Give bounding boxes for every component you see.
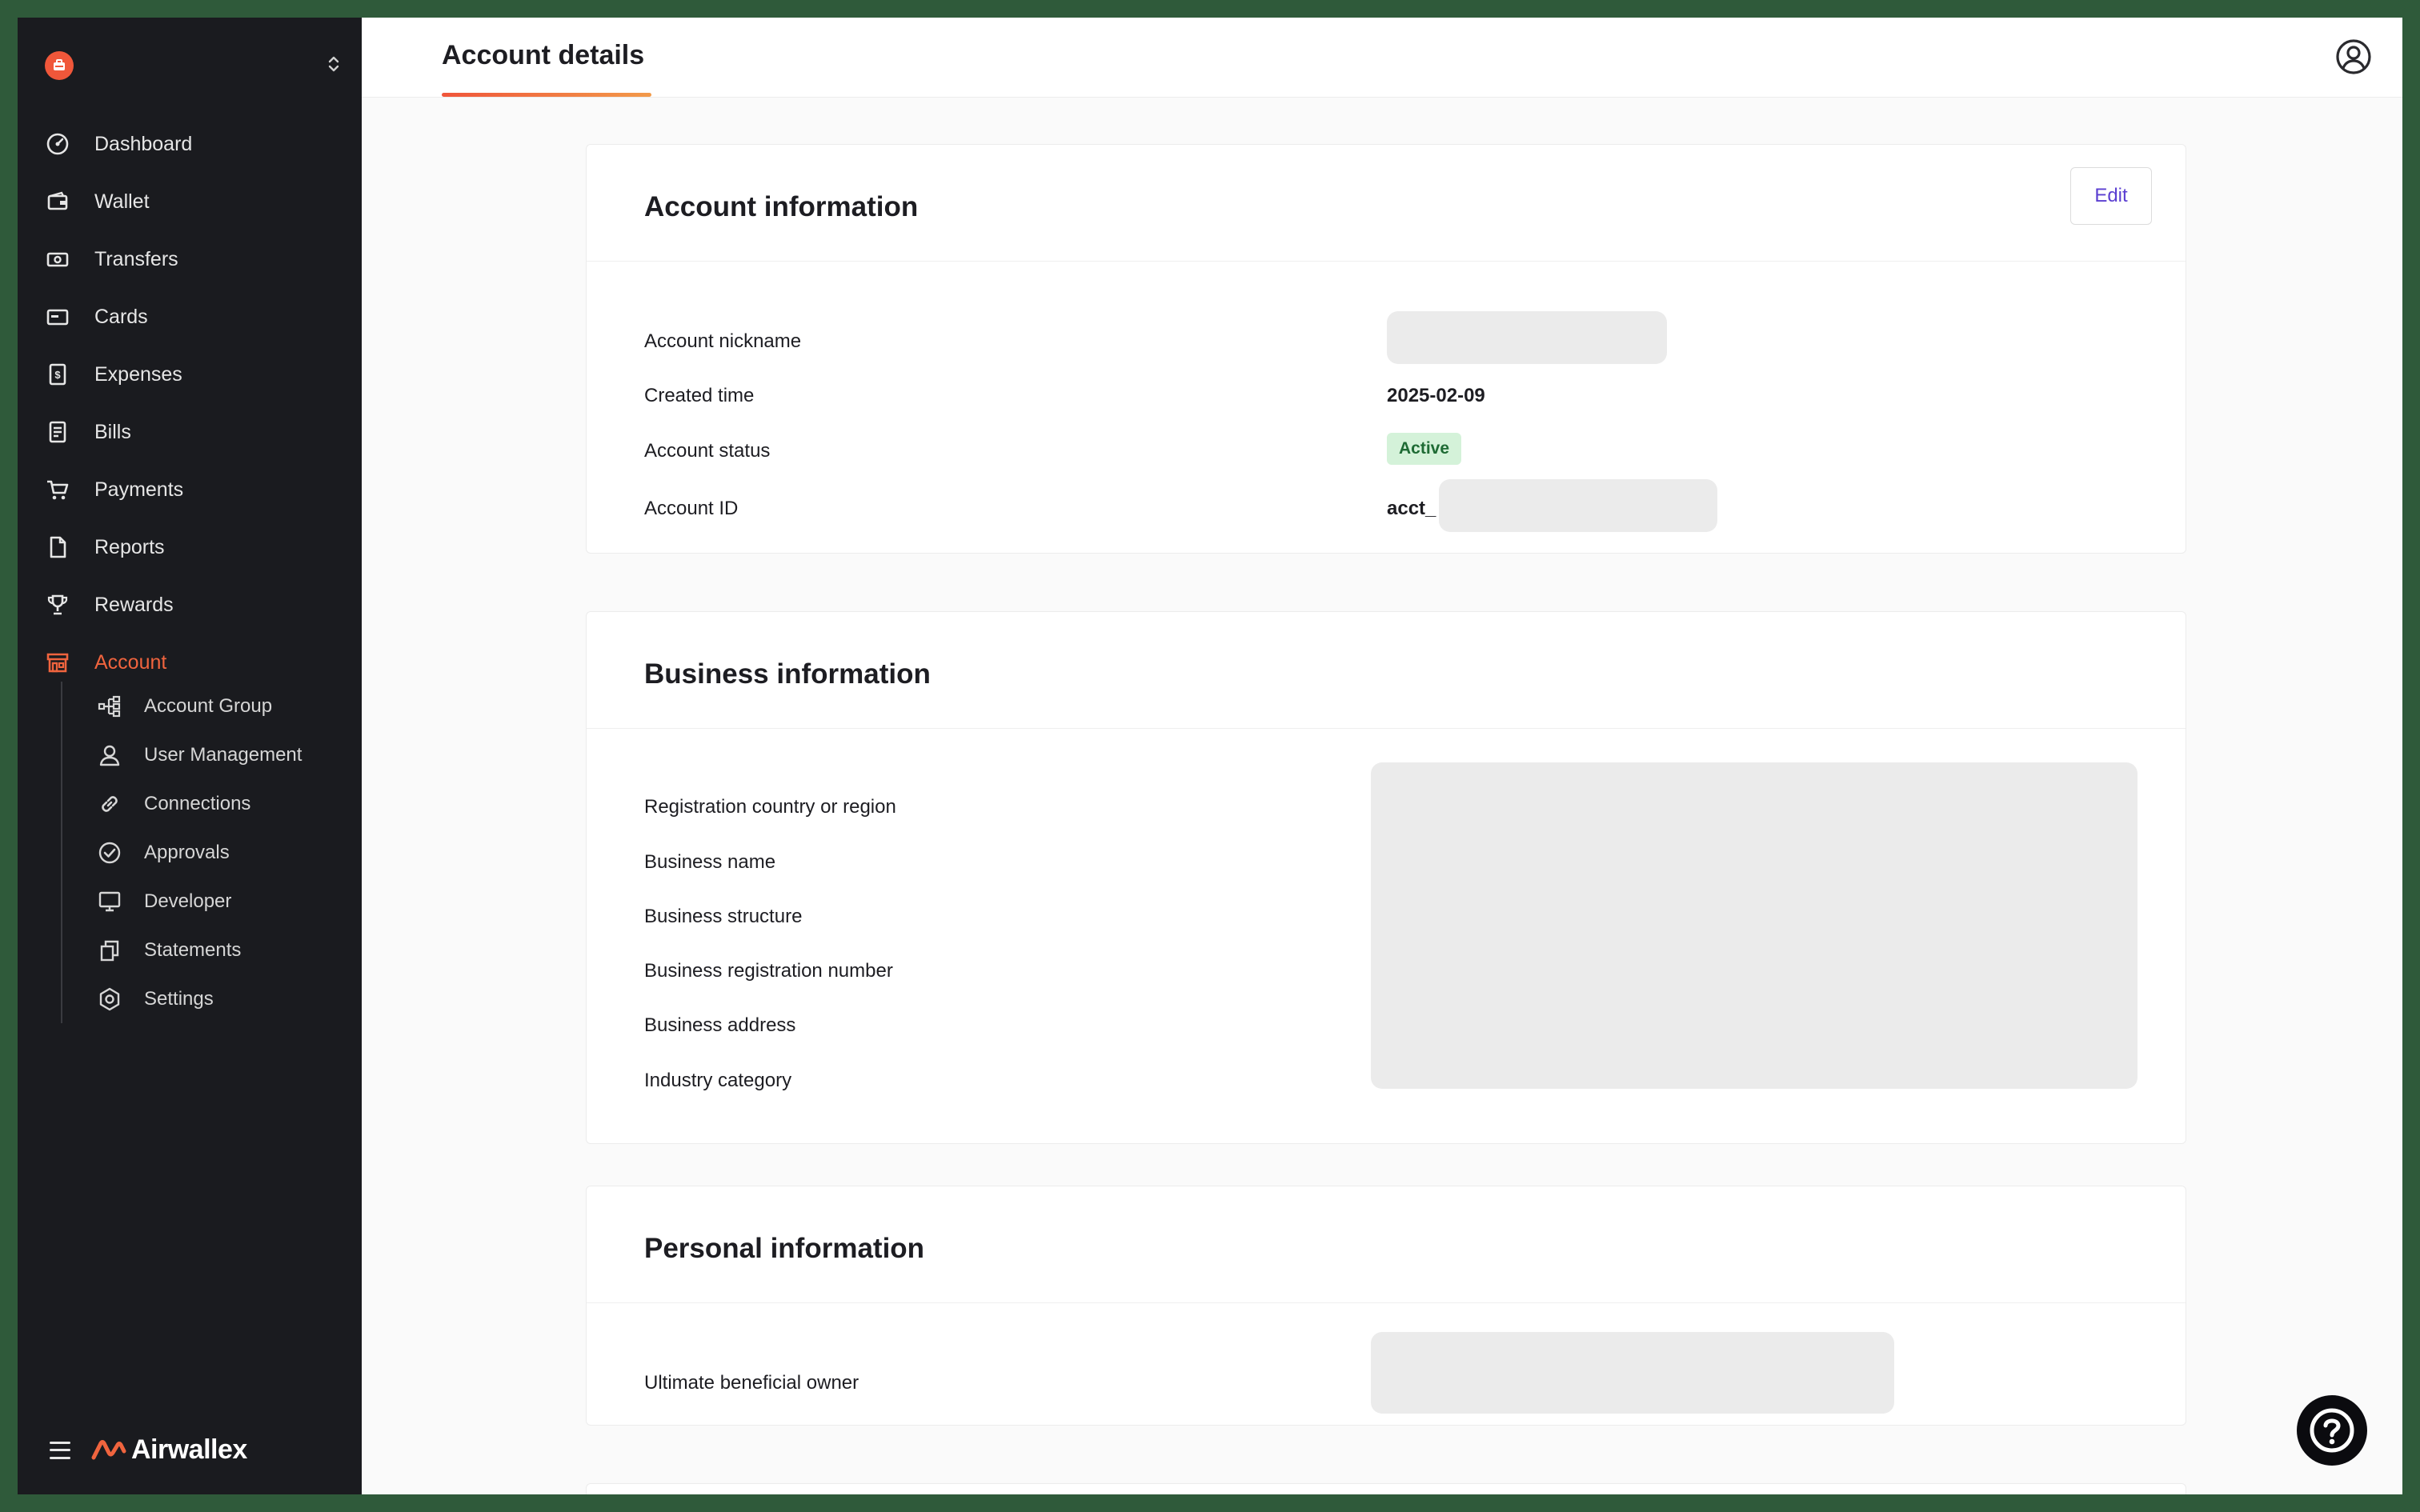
- personal-information-card: Personal information Ultimate beneficial…: [586, 1186, 2186, 1426]
- brand-name: Airwallex: [131, 1434, 247, 1465]
- top-bar: Account details: [362, 18, 2402, 98]
- nav-label: Payments: [94, 478, 184, 501]
- nav-label: Bills: [94, 420, 131, 443]
- subnav-item-settings[interactable]: Settings: [62, 974, 349, 1023]
- trophy-icon: [45, 592, 70, 618]
- field-label: Created time: [644, 385, 755, 406]
- subnav-item-account-group[interactable]: Account Group: [62, 682, 349, 730]
- nav-item-rewards[interactable]: Rewards: [18, 576, 362, 634]
- subnav-label: Connections: [144, 792, 251, 814]
- field-label: Registration country or region: [644, 796, 896, 818]
- section-title: Account information: [644, 191, 919, 222]
- redacted-account-id: [1439, 479, 1717, 532]
- account-information-card: Account information Edit Account nicknam…: [586, 144, 2186, 554]
- cards-icon: [45, 304, 70, 330]
- report-icon: [45, 534, 70, 560]
- created-time-value: 2025-02-09: [1387, 385, 1485, 406]
- bills-icon: [45, 419, 70, 445]
- check-circle-icon: [98, 841, 122, 865]
- nav-label: Rewards: [94, 593, 174, 616]
- card-header: Account information Edit: [587, 145, 2186, 262]
- nav-label: Dashboard: [94, 132, 193, 155]
- sidebar-footer: Airwallex: [50, 1434, 247, 1466]
- edit-button[interactable]: Edit: [2070, 167, 2152, 225]
- section-title: Personal information: [644, 1233, 925, 1264]
- store-icon: [45, 650, 70, 675]
- field-label: Ultimate beneficial owner: [644, 1372, 859, 1394]
- business-information-card: Business information Registration countr…: [586, 611, 2186, 1144]
- copy-icon: [98, 938, 122, 962]
- hierarchy-icon: [98, 694, 122, 718]
- airwallex-logo: Airwallex: [91, 1434, 247, 1466]
- next-card: [586, 1483, 2186, 1494]
- account-id-prefix: acct_: [1387, 498, 1436, 519]
- nav-item-cards[interactable]: Cards: [18, 288, 362, 346]
- nav-item-dashboard[interactable]: Dashboard: [18, 115, 362, 173]
- subnav-label: Settings: [144, 987, 214, 1010]
- link-icon: [98, 792, 122, 816]
- field-label: Account ID: [644, 498, 739, 519]
- field-label: Business name: [644, 851, 776, 873]
- active-tab-indicator: [442, 93, 651, 97]
- main-content: Account details Account information Edit…: [362, 18, 2402, 1494]
- help-icon: [2310, 1408, 2354, 1453]
- section-title: Business information: [644, 658, 931, 690]
- subnav-label: User Management: [144, 743, 302, 766]
- nav-label: Transfers: [94, 247, 178, 270]
- monitor-icon: [98, 890, 122, 914]
- field-label: Industry category: [644, 1070, 792, 1091]
- subnav-label: Account Group: [144, 694, 273, 717]
- tab-account-details[interactable]: Account details: [442, 40, 644, 71]
- subnav-item-connections[interactable]: Connections: [62, 779, 349, 828]
- help-button[interactable]: [2297, 1395, 2367, 1466]
- org-logo-icon: [45, 51, 74, 80]
- field-label: Business registration number: [644, 960, 893, 982]
- profile-icon[interactable]: [2335, 38, 2372, 79]
- subnav-item-developer[interactable]: Developer: [62, 877, 349, 926]
- card-header: Business information: [587, 612, 2186, 729]
- account-subnav: Account Group User Management Connection…: [61, 682, 349, 1023]
- nav-item-transfers[interactable]: Transfers: [18, 230, 362, 288]
- subnav-label: Developer: [144, 890, 232, 912]
- user-icon: [98, 743, 122, 767]
- cart-icon: [45, 477, 70, 502]
- transfers-icon: [45, 246, 70, 272]
- nav-item-bills[interactable]: Bills: [18, 403, 362, 461]
- subnav-label: Approvals: [144, 841, 230, 863]
- sidebar: Dashboard Wallet Transfers Cards $ Expen…: [18, 18, 362, 1494]
- redacted-business-values: [1371, 762, 2138, 1089]
- field-label: Business address: [644, 1014, 796, 1036]
- nav-item-expenses[interactable]: $ Expenses: [18, 346, 362, 403]
- redacted-nickname: [1387, 311, 1667, 364]
- nav-item-reports[interactable]: Reports: [18, 518, 362, 576]
- wallet-icon: [45, 189, 70, 214]
- app-window: Dashboard Wallet Transfers Cards $ Expen…: [18, 18, 2402, 1494]
- subnav-item-statements[interactable]: Statements: [62, 926, 349, 974]
- expenses-icon: $: [45, 362, 70, 387]
- nav-item-payments[interactable]: Payments: [18, 461, 362, 518]
- nav-label: Expenses: [94, 362, 182, 386]
- gear-icon: [98, 987, 122, 1011]
- card-header: Personal information: [587, 1186, 2186, 1303]
- subnav-item-user-management[interactable]: User Management: [62, 730, 349, 779]
- field-label: Account status: [644, 440, 771, 462]
- field-label: Account nickname: [644, 330, 802, 352]
- dashboard-icon: [45, 131, 70, 157]
- airwallex-mark-icon: [91, 1439, 126, 1459]
- subnav-label: Statements: [144, 938, 242, 961]
- field-label: Business structure: [644, 906, 803, 927]
- subnav-item-approvals[interactable]: Approvals: [62, 828, 349, 877]
- svg-text:$: $: [54, 369, 61, 381]
- nav-label: Wallet: [94, 190, 150, 213]
- redacted-ubo-value: [1371, 1332, 1894, 1414]
- account-switcher[interactable]: [45, 50, 341, 82]
- nav-label: Cards: [94, 305, 148, 328]
- nav-label: Reports: [94, 535, 165, 558]
- chevron-up-down-icon[interactable]: [327, 54, 341, 78]
- primary-nav: Dashboard Wallet Transfers Cards $ Expen…: [18, 115, 362, 691]
- nav-label: Account: [94, 650, 167, 674]
- hamburger-menu-icon[interactable]: [50, 1441, 70, 1459]
- nav-item-wallet[interactable]: Wallet: [18, 173, 362, 230]
- status-badge: Active: [1387, 433, 1462, 465]
